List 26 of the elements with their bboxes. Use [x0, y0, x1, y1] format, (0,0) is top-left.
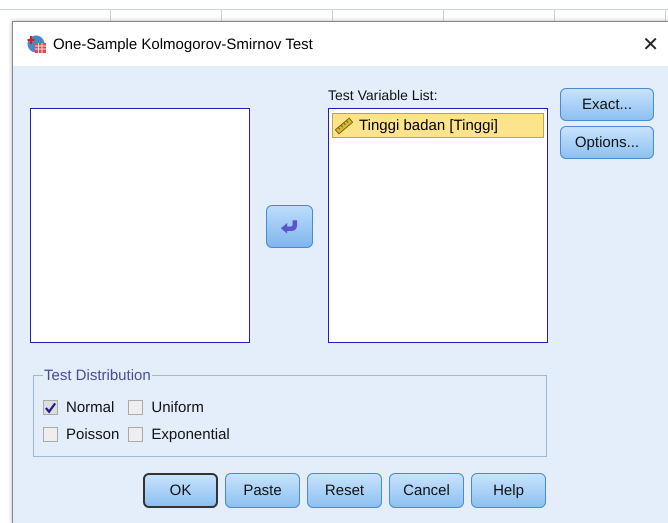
checkbox-label[interactable]: Normal [66, 399, 114, 416]
checkbox[interactable] [43, 427, 58, 442]
checkbox-label[interactable]: Uniform [151, 399, 204, 416]
dialog-button[interactable]: Help [471, 473, 546, 508]
test-variable-list[interactable]: Tinggi badan [Tinggi] [328, 108, 548, 343]
move-button[interactable] [266, 205, 312, 248]
source-variable-list[interactable] [30, 108, 250, 343]
dialog-button[interactable]: Options... [560, 126, 654, 159]
dialog-button[interactable]: Paste [225, 473, 300, 508]
group-title: Test Distribution [43, 367, 152, 384]
checkbox[interactable] [43, 400, 58, 415]
ruler-icon [335, 116, 353, 134]
checkbox-label[interactable]: Exponential [151, 426, 230, 443]
dialog-button[interactable]: OK [143, 473, 218, 508]
checkbox[interactable] [128, 427, 144, 442]
window-title: One-Sample Kolmogorov-Smirnov Test [53, 36, 313, 52]
variable-item[interactable]: Tinggi badan [Tinggi] [332, 113, 544, 138]
checkbox-label[interactable]: Poisson [66, 426, 120, 443]
dialog-button[interactable]: Reset [307, 473, 382, 508]
arrow-icon [280, 219, 298, 234]
table-icon [27, 34, 47, 54]
checkbox[interactable] [128, 400, 144, 415]
close-button[interactable]: ✕ [638, 32, 663, 56]
list-label: Test Variable List: [328, 87, 438, 105]
dialog-button[interactable]: Cancel [389, 473, 464, 508]
dialog-button[interactable]: Exact... [560, 88, 654, 121]
